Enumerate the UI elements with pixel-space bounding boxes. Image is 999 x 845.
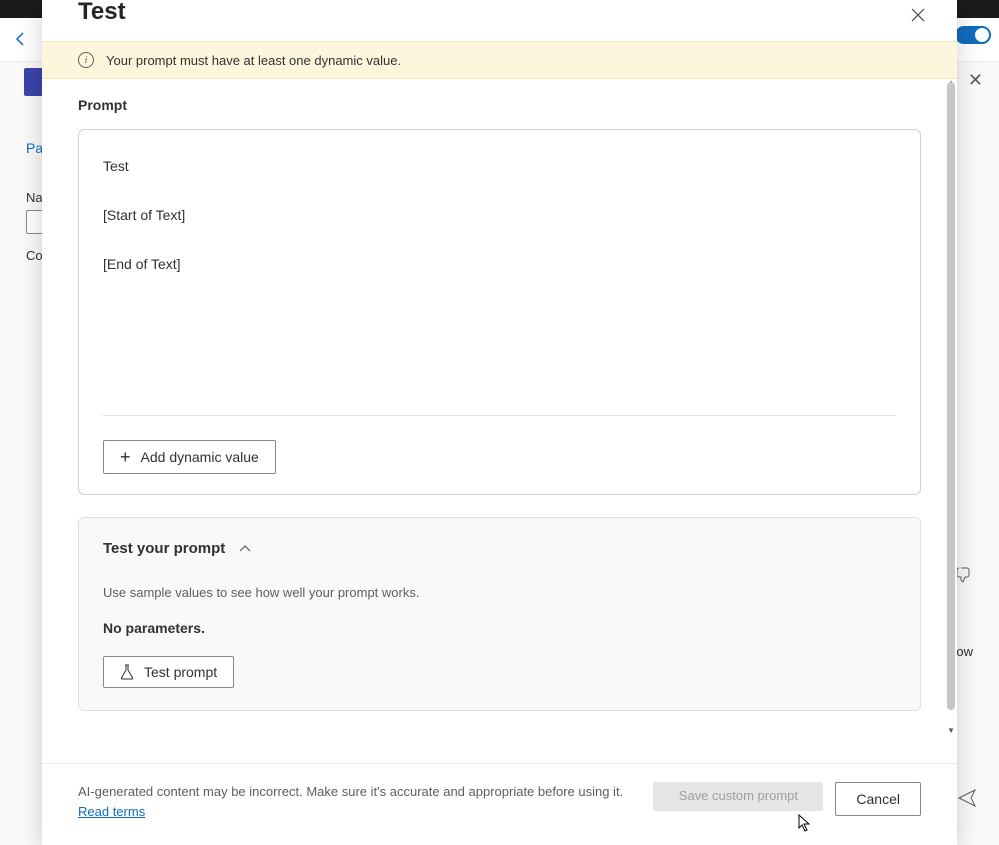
send-icon[interactable] xyxy=(957,788,977,814)
modal-footer: AI-generated content may be incorrect. M… xyxy=(42,763,957,845)
disclaimer-text: AI-generated content may be incorrect. M… xyxy=(78,784,623,799)
bg-close-icon[interactable]: ✕ xyxy=(968,70,983,91)
test-prompt-section: Test your prompt Use sample values to se… xyxy=(78,517,921,711)
flask-icon xyxy=(120,664,134,680)
footer-disclaimer: AI-generated content may be incorrect. M… xyxy=(78,782,633,821)
prompt-line: [Start of Text] xyxy=(103,205,896,226)
bg-tab[interactable]: Pa xyxy=(26,140,43,156)
test-hint: Use sample values to see how well your p… xyxy=(103,585,896,600)
info-icon: i xyxy=(78,52,94,68)
plus-icon: + xyxy=(120,448,131,466)
close-icon xyxy=(911,8,925,22)
chevron-up-icon xyxy=(239,542,251,556)
test-section-title: Test your prompt xyxy=(103,540,225,557)
prompt-line: [End of Text] xyxy=(103,254,896,275)
read-terms-link[interactable]: Read terms xyxy=(78,804,145,819)
bg-co-label: Co xyxy=(26,248,43,263)
prompt-line: Test xyxy=(103,156,896,177)
prompt-text-area[interactable]: Test [Start of Text] [End of Text] xyxy=(103,156,896,416)
test-prompt-label: Test prompt xyxy=(144,664,217,680)
modal-header: Test xyxy=(42,0,957,41)
test-section-header[interactable]: Test your prompt xyxy=(103,540,896,557)
bg-toggle[interactable] xyxy=(955,26,991,44)
test-prompt-button[interactable]: Test prompt xyxy=(103,656,234,688)
bg-name-label: Na xyxy=(26,190,43,205)
modal-body: Prompt Test [Start of Text] [End of Text… xyxy=(42,79,957,763)
prompt-section-label: Prompt xyxy=(78,97,921,113)
thumbs-down-icon[interactable] xyxy=(955,566,973,589)
close-button[interactable] xyxy=(907,2,929,31)
save-custom-prompt-button: Save custom prompt xyxy=(653,782,823,811)
back-arrow-icon[interactable] xyxy=(12,30,30,53)
add-dynamic-value-button[interactable]: + Add dynamic value xyxy=(103,440,276,474)
modal-title: Test xyxy=(78,0,126,26)
prompt-modal: Test i Your prompt must have at least on… xyxy=(42,0,957,845)
cancel-button[interactable]: Cancel xyxy=(835,782,921,816)
add-dynamic-label: Add dynamic value xyxy=(141,449,259,465)
warning-text: Your prompt must have at least one dynam… xyxy=(106,53,401,68)
warning-banner: i Your prompt must have at least one dyn… xyxy=(42,41,957,79)
no-parameters-label: No parameters. xyxy=(103,620,896,636)
prompt-box: Test [Start of Text] [End of Text] + Add… xyxy=(78,129,921,495)
footer-buttons: Save custom prompt Cancel xyxy=(653,782,921,816)
